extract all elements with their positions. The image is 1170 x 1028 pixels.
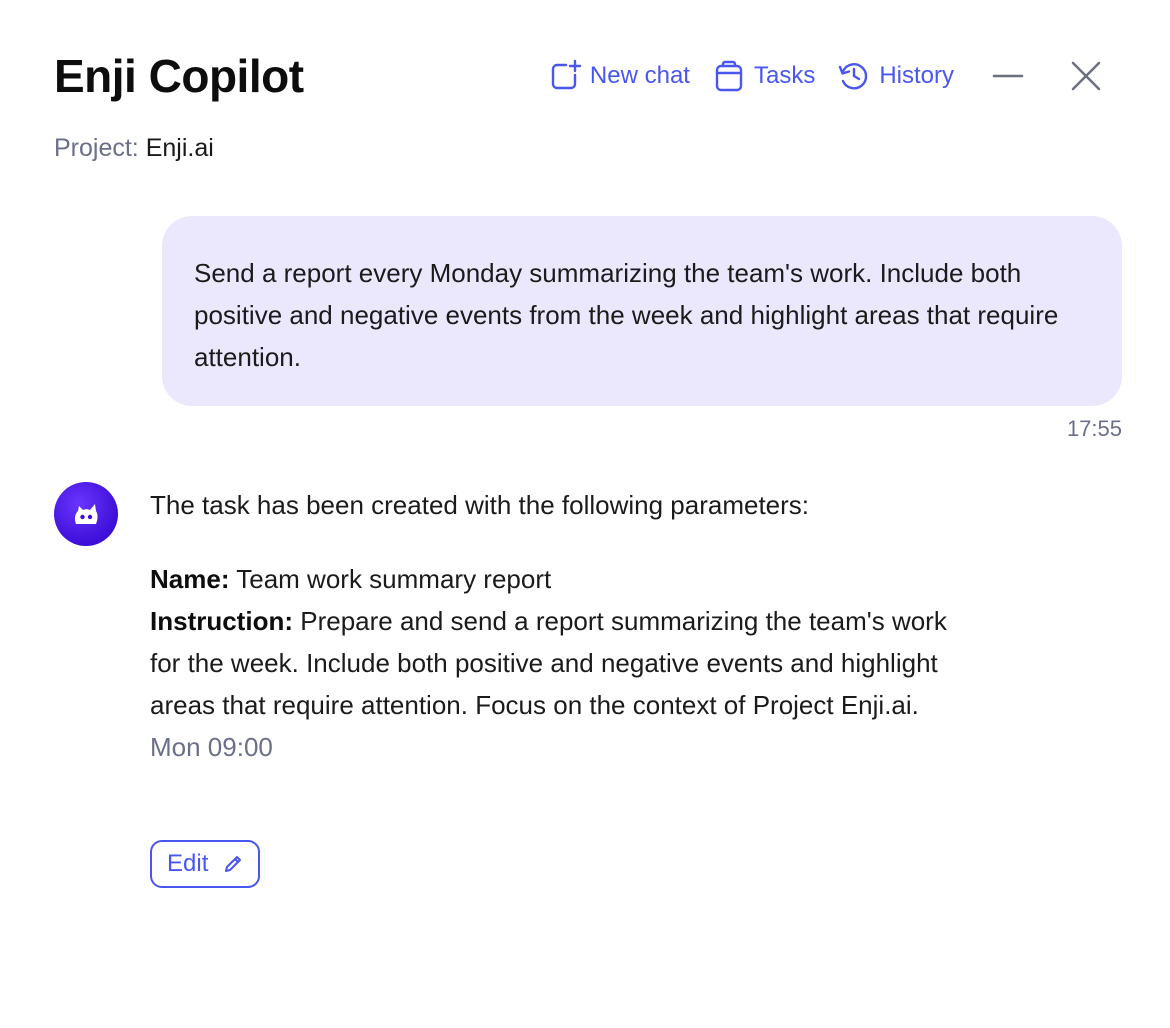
new-chat-icon (551, 59, 582, 90)
assistant-avatar (54, 482, 118, 546)
project-name: Enji.ai (145, 134, 214, 162)
header: Enji Copilot New chat Tasks History (54, 44, 1116, 108)
new-chat-button[interactable]: New chat (548, 56, 690, 96)
header-actions: New chat Tasks History (548, 56, 1106, 96)
task-name-value: Team work summary report (236, 564, 552, 594)
user-message-time: 17:55 (1066, 416, 1122, 441)
new-chat-label: New chat (589, 62, 690, 89)
edit-label: Edit (167, 850, 209, 877)
task-instruction-line: Instruction: Prepare and send a report s… (150, 600, 950, 726)
user-message-text: Send a report every Monday summarizing t… (194, 258, 1059, 372)
assistant-intro: The task has been created with the follo… (150, 490, 810, 520)
project-label: Project: (54, 134, 139, 162)
pencil-icon (225, 856, 242, 872)
minimize-button[interactable] (988, 56, 1028, 96)
task-name-label: Name: (150, 564, 230, 594)
edit-task-button[interactable]: Edit (150, 840, 261, 888)
history-button[interactable]: History (837, 56, 954, 96)
assistant-message: The task has been created with the follo… (150, 484, 950, 768)
clipboard-icon (715, 60, 743, 92)
project-line: Project: Enji.ai (54, 130, 214, 166)
close-icon (1071, 61, 1101, 91)
app-title: Enji Copilot (54, 50, 304, 102)
task-name-line: Name: Team work summary report (150, 558, 950, 600)
history-label: History (879, 62, 954, 89)
tasks-label: Tasks (753, 62, 816, 89)
copilot-panel: Enji Copilot New chat Tasks History Proj… (0, 0, 1170, 1028)
task-schedule: Mon 09:00 (150, 732, 273, 762)
history-icon (839, 63, 868, 90)
minimize-icon (992, 74, 1024, 78)
user-message-bubble: Send a report every Monday summarizing t… (162, 216, 1122, 406)
enji-logo-icon (74, 504, 98, 524)
tasks-button[interactable]: Tasks (712, 56, 815, 96)
task-instruction-label: Instruction: (150, 606, 293, 636)
close-button[interactable] (1066, 56, 1106, 96)
